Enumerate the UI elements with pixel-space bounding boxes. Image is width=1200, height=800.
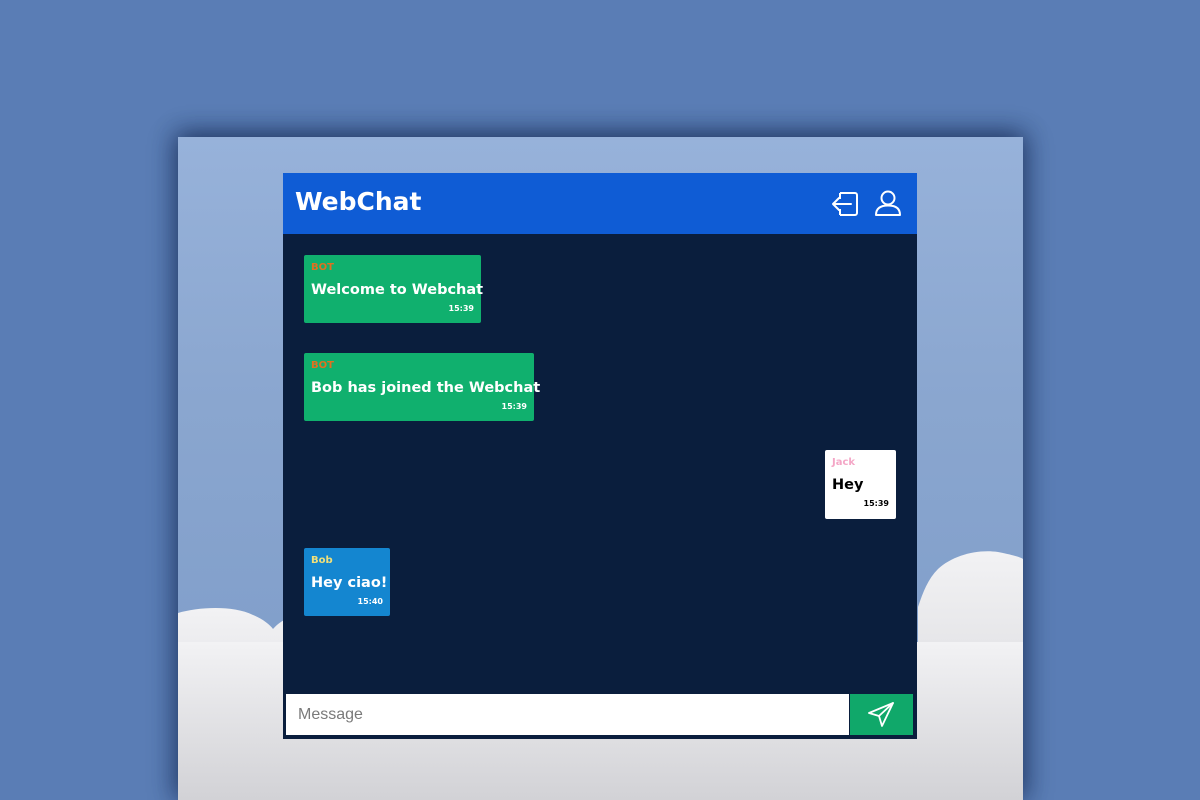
user-icon[interactable]: [871, 187, 905, 221]
message-text: Hey ciao!: [311, 575, 388, 591]
message-author: Jack: [832, 457, 856, 468]
message-author: Bob: [311, 555, 333, 566]
message-bubble-bot-joined: BOT Bob has joined the Webchat 15:39: [304, 353, 541, 421]
app-title: WebChat: [295, 187, 422, 216]
message-bubble-jack: Jack Hey 15:39: [825, 450, 896, 519]
message-time: 15:40: [357, 597, 383, 606]
message-time: 15:39: [448, 304, 474, 313]
message-text: Hey: [832, 477, 864, 493]
message-input[interactable]: [286, 694, 849, 735]
composer: [286, 694, 913, 736]
message-bubble-bot-welcome: BOT Welcome to Webchat 15:39: [304, 255, 484, 323]
message-time: 15:39: [501, 402, 527, 411]
send-button[interactable]: [850, 694, 913, 735]
chat-window: WebChat BOT Welcome to Webchat 15:39 BOT…: [283, 173, 917, 739]
message-author: BOT: [311, 262, 334, 273]
message-bubble-bob: Bob Hey ciao! 15:40: [304, 548, 390, 616]
message-text: Welcome to Webchat: [311, 282, 484, 298]
logout-icon[interactable]: [828, 187, 862, 221]
chat-header: WebChat: [283, 173, 917, 234]
message-text: Bob has joined the Webchat: [311, 380, 541, 396]
message-time: 15:39: [863, 499, 889, 508]
send-icon: [868, 702, 894, 727]
message-author: BOT: [311, 360, 334, 371]
